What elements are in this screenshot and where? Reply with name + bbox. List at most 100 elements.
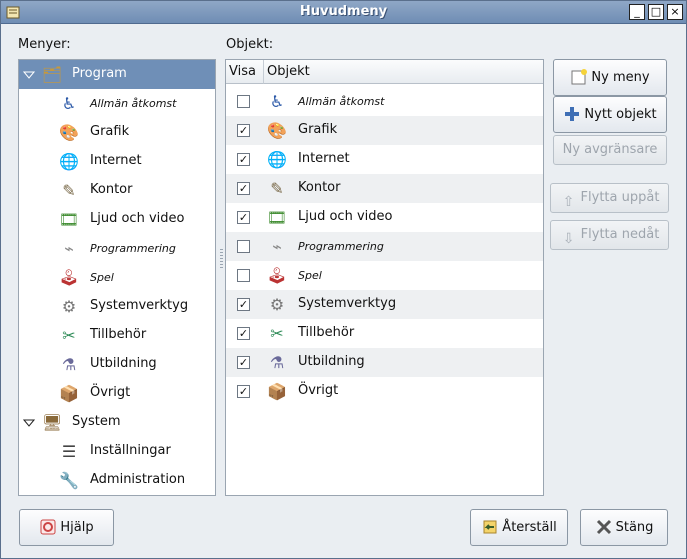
object-label: Spel — [298, 269, 322, 282]
tree-item-label: Program — [72, 66, 127, 81]
object-label: Internet — [298, 151, 350, 166]
menus-label: Menyer: — [18, 37, 71, 52]
new-item-button[interactable]: Nytt objekt — [553, 96, 667, 133]
new-menu-button[interactable]: Ny meny — [553, 59, 667, 96]
close-window-button[interactable]: × — [667, 4, 683, 20]
other-icon: 📦 — [59, 384, 79, 403]
move-up-label: Flytta uppåt — [580, 190, 660, 205]
games-icon: 🕹 — [266, 266, 288, 285]
maximize-button[interactable]: □ — [648, 4, 664, 20]
object-row[interactable]: ♿ Allmän åtkomst — [226, 87, 543, 116]
show-checkbox[interactable]: ✓ — [237, 124, 250, 137]
accessories-icon: ✂ — [62, 326, 76, 345]
tree-item-program[interactable]: 🗂 Program — [19, 60, 215, 89]
tree-item-utbildning[interactable]: ⚗ Utbildning — [19, 350, 215, 379]
minimize-button[interactable]: _ — [629, 4, 645, 20]
object-row[interactable]: ✓ ✂ Tillbehör — [226, 319, 543, 348]
tree-item-programmering[interactable]: ⌁ Programmering — [19, 234, 215, 263]
object-row[interactable]: 🕹 Spel — [226, 261, 543, 290]
arrow-up-icon: ⇧ — [562, 193, 575, 210]
tree-item-övrigt[interactable]: 📦 Övrigt — [19, 379, 215, 408]
object-row[interactable]: ✓ 🎨 Grafik — [226, 116, 543, 145]
title-bar[interactable]: Huvudmeny _ □ × — [1, 1, 686, 24]
menu-tree[interactable]: 🗂 Program ♿ Allmän åtkomst 🎨 Grafik 🌐 Internet ✎… — [18, 59, 216, 496]
column-header-object[interactable]: Objekt — [264, 60, 543, 84]
system-icon: 🖥 — [41, 413, 63, 432]
tree-item-systemverktyg[interactable]: ⚙ Systemverktyg — [19, 292, 215, 321]
tree-item-label: Inställningar — [90, 443, 171, 458]
globe-icon: 🌐 — [267, 150, 287, 169]
tree-item-grafik[interactable]: 🎨 Grafik — [19, 118, 215, 147]
help-label: Hjälp — [60, 520, 94, 535]
revert-label: Återställ — [502, 520, 557, 535]
other-icon: 📦 — [267, 382, 287, 401]
arrow-down-icon: ⇩ — [562, 230, 575, 247]
revert-icon — [483, 520, 497, 533]
tree-item-label: Kontor — [90, 182, 133, 197]
tree-item-system[interactable]: 🖥 System — [19, 408, 215, 437]
tree-item-ljud-och-video[interactable]: 🎞 Ljud och video — [19, 205, 215, 234]
object-list[interactable]: Visa Objekt ♿ Allmän åtkomst ✓ 🎨 Grafik ✓ 🌐 Int… — [225, 59, 544, 496]
window-title: Huvudmeny — [299, 4, 388, 19]
column-header-show[interactable]: Visa — [226, 60, 264, 84]
object-row[interactable]: ✓ 🌐 Internet — [226, 145, 543, 174]
revert-button[interactable]: Återställ — [470, 509, 568, 546]
globe-icon: 🌐 — [59, 152, 79, 171]
show-checkbox[interactable] — [237, 95, 250, 108]
show-checkbox[interactable]: ✓ — [237, 153, 250, 166]
expander-arrow-icon[interactable] — [23, 69, 35, 81]
office-icon: ✎ — [62, 181, 76, 200]
object-row[interactable]: ✓ 🎞 Ljud och video — [226, 203, 543, 232]
multimedia-icon: 🎞 — [58, 210, 80, 229]
tree-item-tillbehör[interactable]: ✂ Tillbehör — [19, 321, 215, 350]
object-row[interactable]: ✓ 📦 Övrigt — [226, 377, 543, 406]
education-icon: ⚗ — [61, 355, 77, 374]
tree-item-inställningar[interactable]: ☰ Inställningar — [19, 437, 215, 466]
close-button[interactable]: Stäng — [580, 509, 668, 546]
object-row[interactable]: ✓ ⚙ Systemverktyg — [226, 290, 543, 319]
multimedia-icon: 🎞 — [266, 208, 288, 227]
move-down-label: Flytta nedåt — [580, 227, 660, 242]
show-checkbox[interactable]: ✓ — [237, 298, 250, 311]
preferences-icon: ☰ — [61, 442, 77, 461]
object-row[interactable]: ⌁ Programmering — [226, 232, 543, 261]
show-checkbox[interactable]: ✓ — [237, 182, 250, 195]
show-checkbox[interactable]: ✓ — [237, 356, 250, 369]
applications-icon: 🗂 — [41, 65, 63, 84]
new-separator-button[interactable]: Ny avgränsare — [553, 135, 667, 165]
tree-item-spel[interactable]: 🕹 Spel — [19, 263, 215, 292]
accessories-icon: ✂ — [270, 324, 284, 343]
education-icon: ⚗ — [269, 353, 285, 372]
object-label: Kontor — [298, 180, 341, 195]
main-menu-window: Huvudmeny _ □ × Menyer: Objekt: 🗂 Program… — [0, 0, 687, 559]
system-tools-icon: ⚙ — [61, 297, 77, 316]
help-button[interactable]: Hjälp — [19, 509, 114, 546]
show-checkbox[interactable]: ✓ — [237, 327, 250, 340]
show-checkbox[interactable] — [237, 240, 250, 253]
object-row[interactable]: ✓ ⚗ Utbildning — [226, 348, 543, 377]
close-icon — [596, 519, 611, 534]
tree-item-administration[interactable]: 🔧 Administration — [19, 466, 215, 495]
tree-item-allmän-åtkomst[interactable]: ♿ Allmän åtkomst — [19, 89, 215, 118]
system-tools-icon: ⚙ — [269, 295, 285, 314]
move-down-button[interactable]: ⇩ Flytta nedåt — [550, 220, 669, 250]
tree-item-kontor[interactable]: ✎ Kontor — [19, 176, 215, 205]
object-label: Tillbehör — [298, 325, 355, 340]
expander-arrow-icon[interactable] — [23, 417, 35, 429]
development-icon: ⌁ — [272, 237, 282, 256]
pane-splitter[interactable] — [220, 249, 223, 269]
move-up-button[interactable]: ⇧ Flytta uppåt — [550, 183, 669, 213]
objects-label: Objekt: — [226, 37, 274, 52]
object-label: Systemverktyg — [298, 296, 397, 311]
new-menu-icon — [571, 68, 588, 84]
tree-item-label: Utbildning — [90, 356, 157, 371]
object-row[interactable]: ✓ ✎ Kontor — [226, 174, 543, 203]
show-checkbox[interactable]: ✓ — [237, 385, 250, 398]
show-checkbox[interactable] — [237, 269, 250, 282]
graphics-icon: 🎨 — [267, 121, 287, 140]
object-label: Övrigt — [298, 383, 339, 398]
tree-item-internet[interactable]: 🌐 Internet — [19, 147, 215, 176]
tree-item-label: Programmering — [90, 242, 176, 255]
tree-item-label: Allmän åtkomst — [90, 97, 177, 110]
show-checkbox[interactable]: ✓ — [237, 211, 250, 224]
